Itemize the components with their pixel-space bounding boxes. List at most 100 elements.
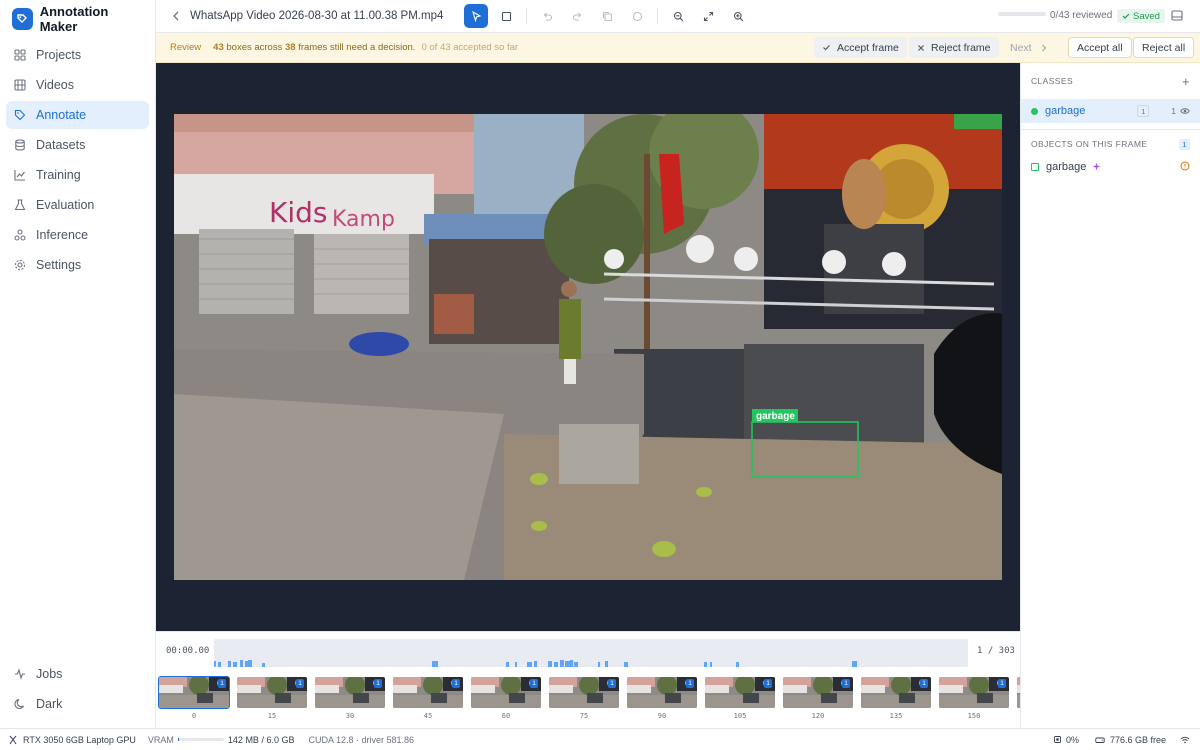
- frame-counter: 1 / 303: [977, 646, 1015, 656]
- annotation-canvas[interactable]: Kids Kamp garbage: [156, 63, 1020, 631]
- frame-thumbnail-image: 1: [314, 676, 386, 709]
- saved-badge: Saved: [1117, 9, 1165, 23]
- frame-thumbnail-image: 1: [392, 676, 464, 709]
- database-icon: [13, 138, 27, 152]
- toolbar-divider: [657, 8, 659, 24]
- pending-boxes-count: 43: [213, 42, 224, 53]
- frame-thumbnail-image: 1: [548, 676, 620, 709]
- classes-title: CLASSES: [1031, 76, 1074, 86]
- redo-button[interactable]: [565, 4, 589, 28]
- fit-icon: [703, 11, 713, 21]
- zoom-out-icon: [673, 11, 684, 21]
- review-bar: Review 43 boxes across 38 frames still n…: [156, 33, 1200, 63]
- fit-button[interactable]: [696, 4, 720, 28]
- frame-thumbnail[interactable]: 1 45: [392, 676, 464, 724]
- thumbnail-badge: 1: [764, 679, 772, 688]
- back-chevron-icon[interactable]: [172, 11, 186, 21]
- frame-thumbnail[interactable]: [1016, 676, 1020, 724]
- thumbnail-badge: 1: [374, 679, 382, 688]
- review-progress-bar: [998, 12, 1046, 16]
- vram-fill: [177, 738, 179, 741]
- chevron-right-icon: [1041, 44, 1046, 51]
- frame-thumbnail[interactable]: 1 90: [626, 676, 698, 724]
- timeline-track[interactable]: [214, 639, 968, 667]
- eye-icon[interactable]: [1180, 104, 1190, 118]
- vram-status: VRAM 142 MB / 6.0 GB: [148, 735, 295, 745]
- class-name: garbage: [1045, 105, 1086, 117]
- reject-all-button[interactable]: Reject all: [1133, 37, 1195, 58]
- app-root: Annotation Maker Projects Videos Annotat…: [0, 0, 1200, 750]
- add-class-icon[interactable]: +: [1182, 74, 1190, 89]
- zoom-out-button[interactable]: [666, 4, 690, 28]
- thumbnail-frame-label: 30: [345, 712, 355, 720]
- theme-toggle[interactable]: Dark: [6, 690, 149, 718]
- activity-icon: [13, 667, 27, 681]
- frame-thumbnail-image: 1: [938, 676, 1010, 709]
- sidebar: Annotation Maker Projects Videos Annotat…: [0, 0, 156, 728]
- frame-thumbnail-image: 1: [236, 676, 308, 709]
- sidebar-item-datasets[interactable]: Datasets: [6, 131, 149, 159]
- brand[interactable]: Annotation Maker: [0, 0, 155, 38]
- sidebar-item-label: Projects: [36, 48, 82, 62]
- vram-label: VRAM: [147, 734, 174, 745]
- review-message: 43 boxes across 38 frames still need a d…: [213, 42, 415, 53]
- video-frame[interactable]: Kids Kamp garbage: [174, 114, 1002, 580]
- frame-thumbnail[interactable]: 1 120: [782, 676, 854, 724]
- sidebar-item-label: Inference: [36, 228, 89, 242]
- copy-button[interactable]: [595, 4, 619, 28]
- thumb-scene: [1017, 677, 1020, 708]
- sidebar-item-videos[interactable]: Videos: [6, 71, 149, 99]
- frame-thumbnail[interactable]: 1 150: [938, 676, 1010, 724]
- sidebar-item-projects[interactable]: Projects: [6, 41, 149, 69]
- sidebar-item-training[interactable]: Training: [6, 161, 149, 189]
- sidebar-item-annotate[interactable]: Annotate: [6, 101, 149, 129]
- frame-thumbnail[interactable]: 1 75: [548, 676, 620, 724]
- thumbnail-frame-label: 105: [733, 712, 747, 720]
- frame-thumbnail[interactable]: 1 105: [704, 676, 776, 724]
- sidebar-item-jobs[interactable]: Jobs: [6, 660, 149, 688]
- frame-thumbnail[interactable]: 1 15: [236, 676, 308, 724]
- moon-icon: [13, 697, 27, 711]
- thumbnail-badge: 1: [452, 679, 460, 688]
- undo-icon: [543, 12, 552, 21]
- thumbnail-frame-label: 135: [889, 712, 903, 720]
- gpu-status: RTX 3050 6GB Laptop GPU: [8, 735, 136, 745]
- frame-thumbnail[interactable]: 10: [158, 676, 230, 724]
- objects-count-badge: 1: [1179, 138, 1190, 150]
- thumbnail-badge: 1: [686, 679, 694, 688]
- frame-thumbnail-image: 1: [782, 676, 854, 709]
- panel-toggle-icon[interactable]: [1171, 10, 1183, 24]
- thumbnail-badge: 1: [296, 679, 304, 688]
- thumbnail-frame-label: 60: [501, 712, 511, 720]
- select-tool-button[interactable]: [464, 4, 489, 28]
- thumbnail-badge: 1: [608, 679, 616, 688]
- sidebar-item-evaluation[interactable]: Evaluation: [6, 191, 149, 219]
- svg-text:Kids: Kids: [269, 196, 328, 229]
- reject-frame-label: Reject frame: [931, 41, 991, 54]
- accept-all-button[interactable]: Accept all: [1068, 37, 1132, 58]
- frame-thumbnail[interactable]: 1 60: [470, 676, 542, 724]
- cuda-info: CUDA 12.8 · driver 581.86: [308, 734, 415, 745]
- accept-frame-button[interactable]: Accept frame: [814, 37, 907, 58]
- undo-button[interactable]: [535, 4, 559, 28]
- object-row-garbage[interactable]: garbage: [1021, 156, 1200, 178]
- frame-thumbnail-image: 1: [158, 676, 230, 709]
- zoom-in-button[interactable]: [726, 4, 750, 28]
- frame-thumbnail[interactable]: 1 135: [860, 676, 932, 724]
- next-button[interactable]: Next: [1002, 37, 1055, 58]
- thumbnail-frame-label: 150: [967, 712, 981, 720]
- accept-all-label: Accept all: [1077, 41, 1123, 54]
- saved-label: Saved: [1133, 10, 1160, 22]
- street-scene-image: Kids Kamp garbage: [174, 114, 1002, 580]
- circle-button[interactable]: [625, 4, 649, 28]
- sidebar-item-settings[interactable]: Settings: [6, 251, 149, 279]
- sidebar-item-inference[interactable]: Inference: [6, 221, 149, 249]
- class-row-garbage[interactable]: garbage 1 1: [1021, 99, 1200, 123]
- box-tool-button[interactable]: [494, 4, 518, 28]
- gpu-chip-icon: [9, 735, 17, 744]
- classes-header: CLASSES +: [1021, 63, 1200, 99]
- sidebar-item-label: Training: [36, 168, 81, 182]
- frame-thumbnail[interactable]: 1 30: [314, 676, 386, 724]
- sidebar-item-label: Settings: [36, 258, 82, 272]
- reject-frame-button[interactable]: Reject frame: [909, 37, 999, 58]
